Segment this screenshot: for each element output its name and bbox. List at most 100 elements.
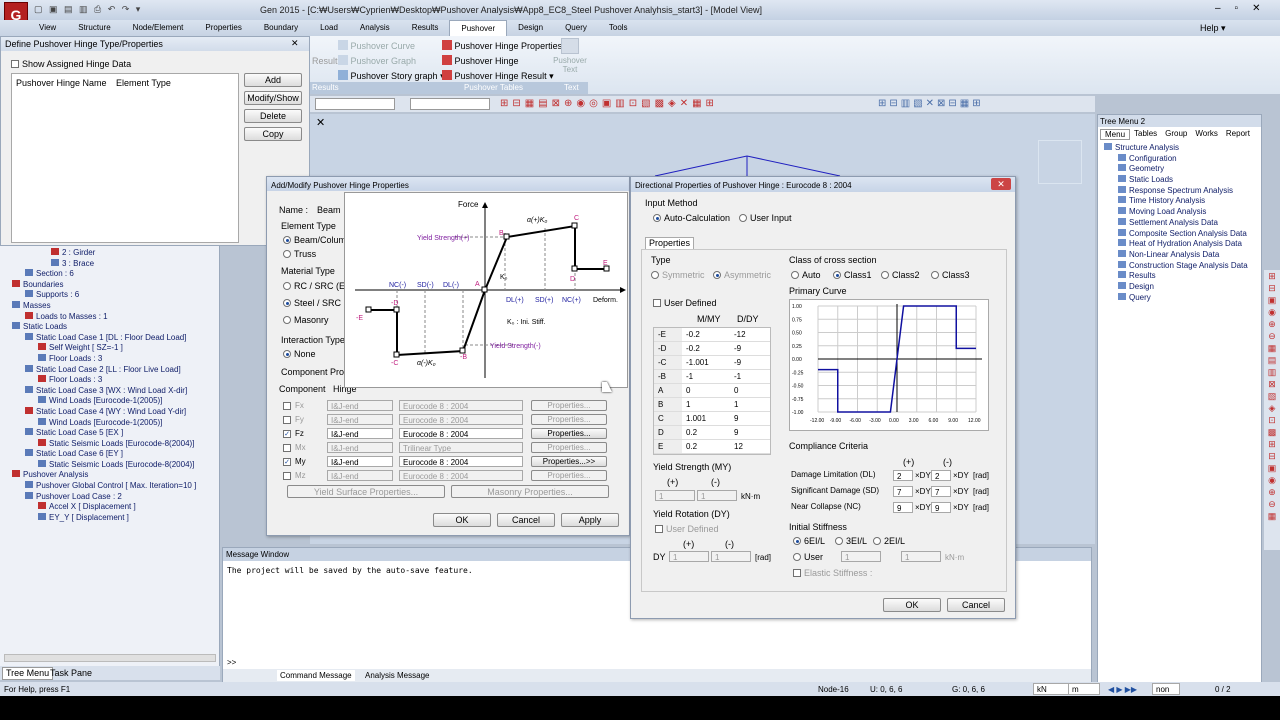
table-cell[interactable]: -1	[730, 370, 770, 383]
criteria-minus-field[interactable]: 7	[931, 486, 951, 497]
delete-button[interactable]: Delete	[244, 109, 302, 123]
hinge-position-select[interactable]: I&J-end	[327, 428, 393, 439]
tree-item[interactable]: Wind Loads [Eurocode-1(2005)]	[4, 396, 218, 407]
radio-masonry[interactable]: Masonry	[283, 315, 329, 326]
radio-beam-column[interactable]: Beam/Column	[283, 235, 351, 246]
col-hinge-name[interactable]: Pushover Hinge Name	[16, 78, 107, 89]
user-stiff-minus[interactable]: 1	[901, 551, 941, 562]
tab-analysis-message[interactable]: Analysis Message	[365, 670, 429, 681]
table-cell[interactable]: -1.001	[682, 356, 730, 369]
window-controls[interactable]: –▫✕	[1215, 3, 1275, 14]
table-cell[interactable]: 1	[730, 398, 770, 411]
ys-plus-field[interactable]: 1	[655, 490, 695, 501]
table-cell[interactable]: 0	[682, 384, 730, 397]
table-cell[interactable]: -0.2	[682, 342, 730, 355]
show-assigned-checkbox[interactable]: Show Assigned Hinge Data	[11, 59, 131, 70]
table-cell[interactable]: 9	[730, 412, 770, 425]
tree2-item[interactable]: Composite Section Analysis Data	[1104, 228, 1261, 240]
table-cell[interactable]: -0.2	[682, 328, 730, 341]
tree-item[interactable]: Masses	[4, 300, 218, 312]
add-button[interactable]: Add	[244, 73, 302, 87]
tree2-tab-report[interactable]: Report	[1222, 129, 1254, 140]
table-cell[interactable]: 9	[730, 426, 770, 439]
tree-item[interactable]: Static Load Case 3 [WX : Wind Load X-dir…	[4, 385, 218, 397]
radio-none[interactable]: None	[283, 349, 316, 360]
component-properties-button[interactable]: Properties...	[531, 442, 607, 453]
yr-plus-field[interactable]: 1	[669, 551, 709, 562]
copy-button[interactable]: Copy	[244, 127, 302, 141]
help-menu[interactable]: Help ▾	[1200, 23, 1226, 34]
elastic-stiffness[interactable]: Elastic Stiffness :	[793, 568, 872, 579]
tree-item[interactable]: 3 : Brace	[4, 258, 218, 270]
component-checkbox[interactable]	[283, 472, 291, 480]
tree2-tab-group[interactable]: Group	[1161, 129, 1191, 140]
tree-item[interactable]: Wind Loads [Eurocode-1(2005)]	[4, 417, 218, 429]
tree-item[interactable]: Supports : 6	[4, 290, 218, 301]
component-properties-button[interactable]: Properties...	[531, 470, 607, 481]
tree2-item[interactable]: Configuration	[1104, 153, 1261, 165]
tree2-item[interactable]: Design	[1104, 281, 1261, 293]
ribbon-pushover-text[interactable]: Pushover Text	[552, 38, 588, 74]
tree2-item[interactable]: Results	[1104, 271, 1261, 282]
table-cell[interactable]: 0.2	[682, 440, 730, 453]
radio-user-input[interactable]: User Input	[739, 213, 792, 224]
radio-2ei[interactable]: 2EI/L	[873, 536, 905, 547]
tree-item[interactable]: Static Seismic Loads [Eurocode-8(2004)]	[4, 459, 218, 471]
tree2-tab-tables[interactable]: Tables	[1130, 129, 1161, 140]
menu-nodeelement[interactable]: Node/Element	[122, 20, 195, 36]
tree-item[interactable]: Pushover Analysis	[4, 470, 218, 481]
component-properties-button[interactable]: Properties...>>	[531, 456, 607, 467]
tree2-item[interactable]: Moving Load Analysis	[1104, 207, 1261, 218]
ribbon-pushover-curve[interactable]: Pushover Curve	[338, 40, 415, 52]
table-cell[interactable]: -9	[730, 342, 770, 355]
add-apply-button[interactable]: Apply	[561, 513, 619, 527]
table-cell[interactable]: -1	[682, 370, 730, 383]
menu-boundary[interactable]: Boundary	[253, 20, 309, 36]
tree-item[interactable]: Static Load Case 6 [EY ]	[4, 449, 218, 460]
tree-item[interactable]: Static Load Case 5 [EX ]	[4, 428, 218, 439]
command-prompt[interactable]: >>	[227, 658, 236, 667]
component-properties-button[interactable]: Properties...	[531, 428, 607, 439]
tree-item[interactable]: Floor Loads : 3	[4, 353, 218, 365]
criteria-plus-field[interactable]: 2	[893, 470, 913, 481]
hinge-list[interactable]: Pushover Hinge Name Element Type	[11, 73, 239, 243]
view-close-icon[interactable]: ✕	[316, 116, 325, 129]
ribbon-hinge-properties[interactable]: Pushover Hinge Properties	[442, 40, 562, 52]
radio-6ei[interactable]: 6EI/L	[793, 536, 825, 547]
tree2-item[interactable]: Structure Analysis	[1104, 143, 1261, 154]
dir-ok-button[interactable]: OK	[883, 598, 941, 612]
hinge-position-select[interactable]: I&J-end	[327, 456, 393, 467]
tree2-item[interactable]: Time History Analysis	[1104, 196, 1261, 207]
tree2-item[interactable]: Construction Stage Analysis Data	[1104, 260, 1261, 272]
criteria-plus-field[interactable]: 9	[893, 502, 913, 513]
name-value[interactable]: Beam	[317, 205, 341, 216]
yr-minus-field[interactable]: 1	[711, 551, 751, 562]
tree2-item[interactable]: Non-Linear Analysis Data	[1104, 249, 1261, 261]
tree-item[interactable]: 2 : Girder	[4, 248, 218, 259]
radio-symmetric[interactable]: Symmetric	[651, 270, 705, 281]
menu-design[interactable]: Design	[507, 20, 554, 36]
ys-minus-field[interactable]: 1	[697, 490, 737, 501]
menu-analysis[interactable]: Analysis	[349, 20, 401, 36]
radio-auto-calc[interactable]: Auto-Calculation	[653, 213, 730, 224]
user-defined-checkbox[interactable]: User Defined	[653, 298, 717, 309]
hinge-position-select[interactable]: I&J-end	[327, 470, 393, 481]
result-tag[interactable]: Result	[312, 56, 338, 67]
masonry-properties-button[interactable]: Masonry Properties...	[451, 485, 609, 498]
hinge-code-select[interactable]: Eurocode 8 : 2004	[399, 428, 523, 439]
hinge-code-select[interactable]: Eurocode 8 : 2004	[399, 456, 523, 467]
add-ok-button[interactable]: OK	[433, 513, 491, 527]
table-cell[interactable]: 1	[682, 398, 730, 411]
tree2-tab-menu[interactable]: Menu	[1100, 129, 1131, 140]
ribbon-hinge-result[interactable]: Pushover Hinge Result ▾	[442, 70, 554, 82]
component-checkbox[interactable]: ✓	[283, 458, 291, 466]
tree-item[interactable]: Static Load Case 1 [DL : Floor Dead Load…	[4, 332, 218, 344]
ribbon-pushover-graph[interactable]: Pushover Graph	[338, 55, 416, 67]
tree-item[interactable]: Static Load Case 4 [WY : Wind Load Y-dir…	[4, 406, 218, 418]
menu-pushover[interactable]: Pushover	[449, 20, 508, 36]
tree2-item[interactable]: Query	[1104, 292, 1261, 304]
component-checkbox[interactable]	[283, 416, 291, 424]
hinge-position-select[interactable]: I&J-end	[327, 442, 393, 453]
component-checkbox[interactable]	[283, 402, 291, 410]
radio-asymmetric[interactable]: Asymmetric	[713, 270, 771, 281]
